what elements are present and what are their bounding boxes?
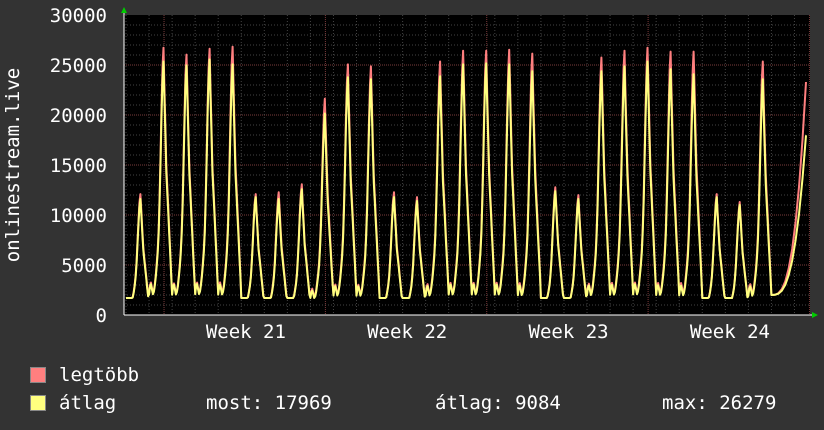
x-axis-arrow <box>812 312 818 318</box>
x-tick-label: Week 23 <box>529 321 609 343</box>
stat-now: most: 17969 <box>206 392 332 414</box>
legend-swatch-max <box>30 367 46 383</box>
legend-label-max: legtöbb <box>59 364 140 386</box>
y-tick-label: 25000 <box>50 55 107 77</box>
y-tick-label: 15000 <box>50 155 107 177</box>
x-tick-label: Week 22 <box>367 321 447 343</box>
y-tick-label: 10000 <box>50 205 107 227</box>
y-axis-ticks: 0 5000 10000 15000 20000 25000 30000 <box>50 5 107 327</box>
y-axis-label: onlinestream.live <box>2 68 24 262</box>
stat-max: max: 26279 <box>662 392 777 414</box>
legend-row-avg: átlag most: 17969 átlag: 9084 max: 26279 <box>30 392 810 414</box>
stat-average: átlag: 9084 <box>435 392 561 414</box>
x-tick-label: Week 24 <box>690 321 770 343</box>
y-tick-label: 20000 <box>50 105 107 127</box>
y-tick-label: 30000 <box>50 5 107 27</box>
legend-row-max: legtöbb <box>30 364 810 386</box>
legend-label-avg: átlag <box>59 392 117 414</box>
y-tick-label: 0 <box>96 305 107 327</box>
y-axis-arrow <box>121 7 127 13</box>
y-tick-label: 5000 <box>61 255 107 277</box>
legend-swatch-avg <box>30 395 46 411</box>
x-axis-ticks: Week 21 Week 22 Week 23 Week 24 <box>206 321 770 343</box>
x-tick-label: Week 21 <box>206 321 286 343</box>
